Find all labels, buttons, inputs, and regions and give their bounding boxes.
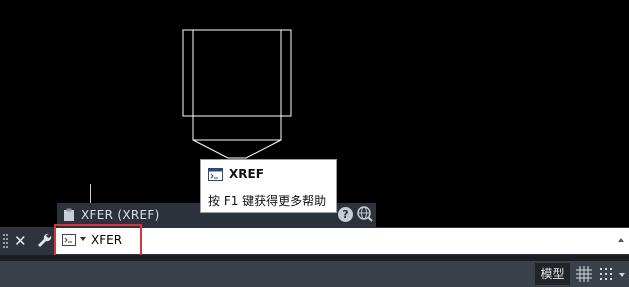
- tooltip-title: XREF: [229, 167, 264, 181]
- help-icon[interactable]: ?: [338, 207, 353, 222]
- snap-mode-icon[interactable]: [598, 266, 614, 282]
- command-prompt-icon: [208, 168, 223, 181]
- grid-icon[interactable]: [576, 266, 592, 282]
- suggestion-text: XFER (XREF): [81, 208, 160, 222]
- block-lower-body: [192, 116, 282, 141]
- chevron-down-icon[interactable]: [80, 237, 86, 241]
- command-line-bar: ✕ XFER: [0, 227, 629, 255]
- command-tooltip: XREF 按 F1 键获得更多帮助: [200, 159, 337, 213]
- block-outer-rect: [182, 29, 292, 117]
- chevron-up-icon[interactable]: [618, 238, 624, 242]
- chevron-down-icon[interactable]: [619, 273, 625, 277]
- drag-handle-icon[interactable]: [3, 234, 8, 248]
- clipboard-icon: [64, 208, 74, 221]
- close-icon[interactable]: ✕: [14, 232, 27, 250]
- block-taper: [192, 139, 282, 159]
- command-input[interactable]: XFER: [55, 228, 629, 254]
- tooltip-help-text: 按 F1 键获得更多帮助: [208, 194, 327, 208]
- command-prompt-icon[interactable]: [62, 234, 76, 246]
- command-input-text: XFER: [91, 233, 123, 247]
- model-tab[interactable]: 模型: [535, 263, 570, 285]
- globe-search-icon[interactable]: [356, 205, 374, 223]
- status-bar: 模型: [0, 261, 629, 287]
- wrench-icon[interactable]: [36, 232, 52, 250]
